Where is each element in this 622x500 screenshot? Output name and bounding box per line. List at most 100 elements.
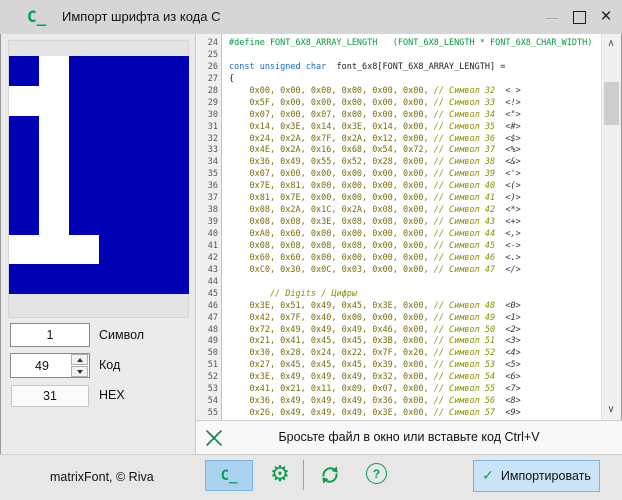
line-number: 53 bbox=[207, 384, 218, 395]
code-text: 0x07, 0x00, 0x00, 0x00, 0x00, 0x00, // С… bbox=[229, 169, 521, 180]
glyph-cell bbox=[39, 115, 69, 146]
help-button[interactable]: ? bbox=[366, 463, 387, 484]
window-title: Импорт шрифта из кода C bbox=[62, 9, 221, 24]
line-number: 50 bbox=[207, 348, 218, 359]
refresh-icon bbox=[322, 466, 338, 484]
hex-input bbox=[11, 385, 89, 407]
code-line: 37 0x81, 0x7E, 0x00, 0x00, 0x00, 0x00, /… bbox=[196, 193, 602, 205]
code-line: 42 0x60, 0x60, 0x00, 0x00, 0x00, 0x00, /… bbox=[196, 253, 602, 265]
code-line: 26 const unsigned char font_6x8[FONT_6X8_… bbox=[196, 62, 602, 74]
code-text: 0x81, 0x7E, 0x00, 0x00, 0x00, 0x00, // С… bbox=[229, 193, 521, 204]
scroll-down-icon[interactable]: ∨ bbox=[602, 402, 620, 418]
code-text: 0x14, 0x3E, 0x14, 0x3E, 0x14, 0x00, // С… bbox=[229, 121, 521, 132]
code-editor[interactable]: 24 #define FONT_6X8_ARRAY_LENGTH (FONT_6X… bbox=[195, 34, 602, 420]
glyph-cell bbox=[69, 175, 99, 205]
code-line: 27 { bbox=[196, 74, 602, 86]
code-line: 45 // Digits / Цифры bbox=[196, 289, 602, 301]
code-line: 52 0x3E, 0x49, 0x49, 0x49, 0x32, 0x00, /… bbox=[196, 372, 602, 384]
symbol-input[interactable] bbox=[10, 323, 90, 347]
app-credit: matrixFont, © Riva bbox=[50, 470, 154, 484]
glyph-cell bbox=[9, 264, 39, 294]
code-text: 0x08, 0x08, 0x08, 0x08, 0x00, 0x00, // С… bbox=[229, 240, 521, 251]
glyph-cell bbox=[9, 204, 39, 235]
glyph-cell bbox=[159, 85, 189, 116]
glyph-cell bbox=[99, 204, 129, 235]
line-number: 54 bbox=[207, 396, 218, 407]
line-number: 45 bbox=[207, 288, 218, 299]
import-button[interactable]: ✓ Импортировать bbox=[473, 460, 600, 492]
code-text: 0x26, 0x49, 0x49, 0x49, 0x3E, 0x00, // С… bbox=[229, 408, 521, 419]
code-spinner bbox=[71, 354, 88, 377]
code-line: 41 0x08, 0x08, 0x08, 0x08, 0x00, 0x00, /… bbox=[196, 241, 602, 253]
glyph-cell bbox=[99, 145, 129, 175]
glyph-cell bbox=[129, 264, 159, 294]
code-text: 0xA0, 0x60, 0x00, 0x00, 0x00, 0x00, // С… bbox=[229, 229, 521, 239]
code-line: 30 0x07, 0x00, 0x07, 0x00, 0x00, 0x00, /… bbox=[196, 110, 602, 122]
settings-button[interactable]: ⚙ bbox=[266, 457, 294, 491]
code-line: 49 0x21, 0x41, 0x45, 0x45, 0x3B, 0x00, /… bbox=[196, 336, 602, 348]
code-line: 29 0x5F, 0x00, 0x00, 0x00, 0x00, 0x00, /… bbox=[196, 98, 602, 110]
glyph-cell bbox=[99, 175, 129, 205]
line-number: 35 bbox=[207, 169, 218, 180]
code-line: 48 0x72, 0x49, 0x49, 0x49, 0x46, 0x00, /… bbox=[196, 325, 602, 337]
code-line: 33 0x4E, 0x2A, 0x16, 0x68, 0x54, 0x72, /… bbox=[196, 145, 602, 157]
line-number: 31 bbox=[207, 121, 218, 132]
glyph-cell bbox=[99, 85, 129, 116]
code-line: 55 0x26, 0x49, 0x49, 0x49, 0x3E, 0x00, /… bbox=[196, 408, 602, 420]
code-text: 0x08, 0x2A, 0x1C, 0x2A, 0x08, 0x00, // С… bbox=[229, 205, 521, 216]
drop-hint-text: Бросьте файл в окно или вставьте код Ctr… bbox=[278, 430, 540, 444]
glyph-cell bbox=[9, 56, 39, 86]
code-line: 34 0x36, 0x49, 0x55, 0x52, 0x28, 0x00, /… bbox=[196, 157, 602, 169]
line-number: 44 bbox=[207, 276, 218, 287]
spin-up-button[interactable] bbox=[71, 354, 88, 365]
glyph-cell bbox=[159, 145, 189, 175]
help-icon: ? bbox=[372, 466, 381, 481]
c-code-button[interactable]: C_ bbox=[205, 460, 253, 491]
glyph-cell bbox=[129, 56, 159, 86]
line-number: 40 bbox=[207, 229, 218, 239]
code-text: 0x72, 0x49, 0x49, 0x49, 0x46, 0x00, // С… bbox=[229, 324, 521, 335]
glyph-cell bbox=[129, 115, 159, 146]
glyph-cell bbox=[39, 56, 69, 86]
drop-zone[interactable]: Бросьте файл в окно или вставьте код Ctr… bbox=[195, 420, 622, 454]
spin-up-icon bbox=[76, 357, 83, 362]
code-line: 31 0x14, 0x3E, 0x14, 0x3E, 0x14, 0x00, /… bbox=[196, 122, 602, 134]
line-number: 37 bbox=[207, 193, 218, 204]
scrollbar-thumb[interactable] bbox=[604, 82, 619, 125]
glyph-cell bbox=[39, 145, 69, 175]
line-number: 51 bbox=[207, 360, 218, 371]
glyph-cell bbox=[159, 115, 189, 146]
gear-icon: ⚙ bbox=[270, 461, 290, 487]
code-line: 47 0x42, 0x7F, 0x40, 0x00, 0x00, 0x00, /… bbox=[196, 313, 602, 325]
maximize-icon bbox=[572, 10, 586, 24]
maximize-button[interactable] bbox=[565, 4, 593, 30]
code-text: // Digits / Цифры bbox=[229, 288, 357, 299]
glyph-cell bbox=[39, 175, 69, 205]
code-text: 0x41, 0x21, 0x11, 0x09, 0x07, 0x00, // С… bbox=[229, 384, 521, 395]
line-number: 49 bbox=[207, 336, 218, 347]
glyph-cell bbox=[9, 234, 39, 265]
line-number: 55 bbox=[207, 408, 218, 419]
glyph-cell bbox=[69, 56, 99, 86]
refresh-button[interactable] bbox=[318, 463, 342, 487]
line-number: 32 bbox=[207, 133, 218, 144]
editor-scrollbar[interactable]: ∧ ∨ bbox=[601, 34, 620, 420]
line-number: 52 bbox=[207, 372, 218, 383]
code-line: 54 0x36, 0x49, 0x49, 0x49, 0x36, 0x00, /… bbox=[196, 396, 602, 408]
close-button[interactable]: × bbox=[592, 4, 620, 30]
code-text: #define FONT_6X8_ARRAY_LENGTH (FONT_6X8_… bbox=[229, 38, 593, 48]
line-number: 36 bbox=[207, 181, 218, 192]
code-line: 40 0xA0, 0x60, 0x00, 0x00, 0x00, 0x00, /… bbox=[196, 229, 602, 241]
line-number: 38 bbox=[207, 205, 218, 216]
scroll-up-icon[interactable]: ∧ bbox=[602, 36, 620, 52]
spin-down-button[interactable] bbox=[71, 366, 88, 377]
glyph-cell bbox=[69, 234, 99, 265]
minimize-button[interactable]: — bbox=[538, 4, 566, 30]
glyph-cell bbox=[159, 175, 189, 205]
glyph-cell bbox=[159, 264, 189, 294]
glyph-cell bbox=[39, 204, 69, 235]
footer-separator bbox=[303, 460, 304, 490]
code-line: 38 0x08, 0x2A, 0x1C, 0x2A, 0x08, 0x00, /… bbox=[196, 205, 602, 217]
glyph-grid bbox=[9, 56, 189, 294]
glyph-cell bbox=[39, 85, 69, 116]
